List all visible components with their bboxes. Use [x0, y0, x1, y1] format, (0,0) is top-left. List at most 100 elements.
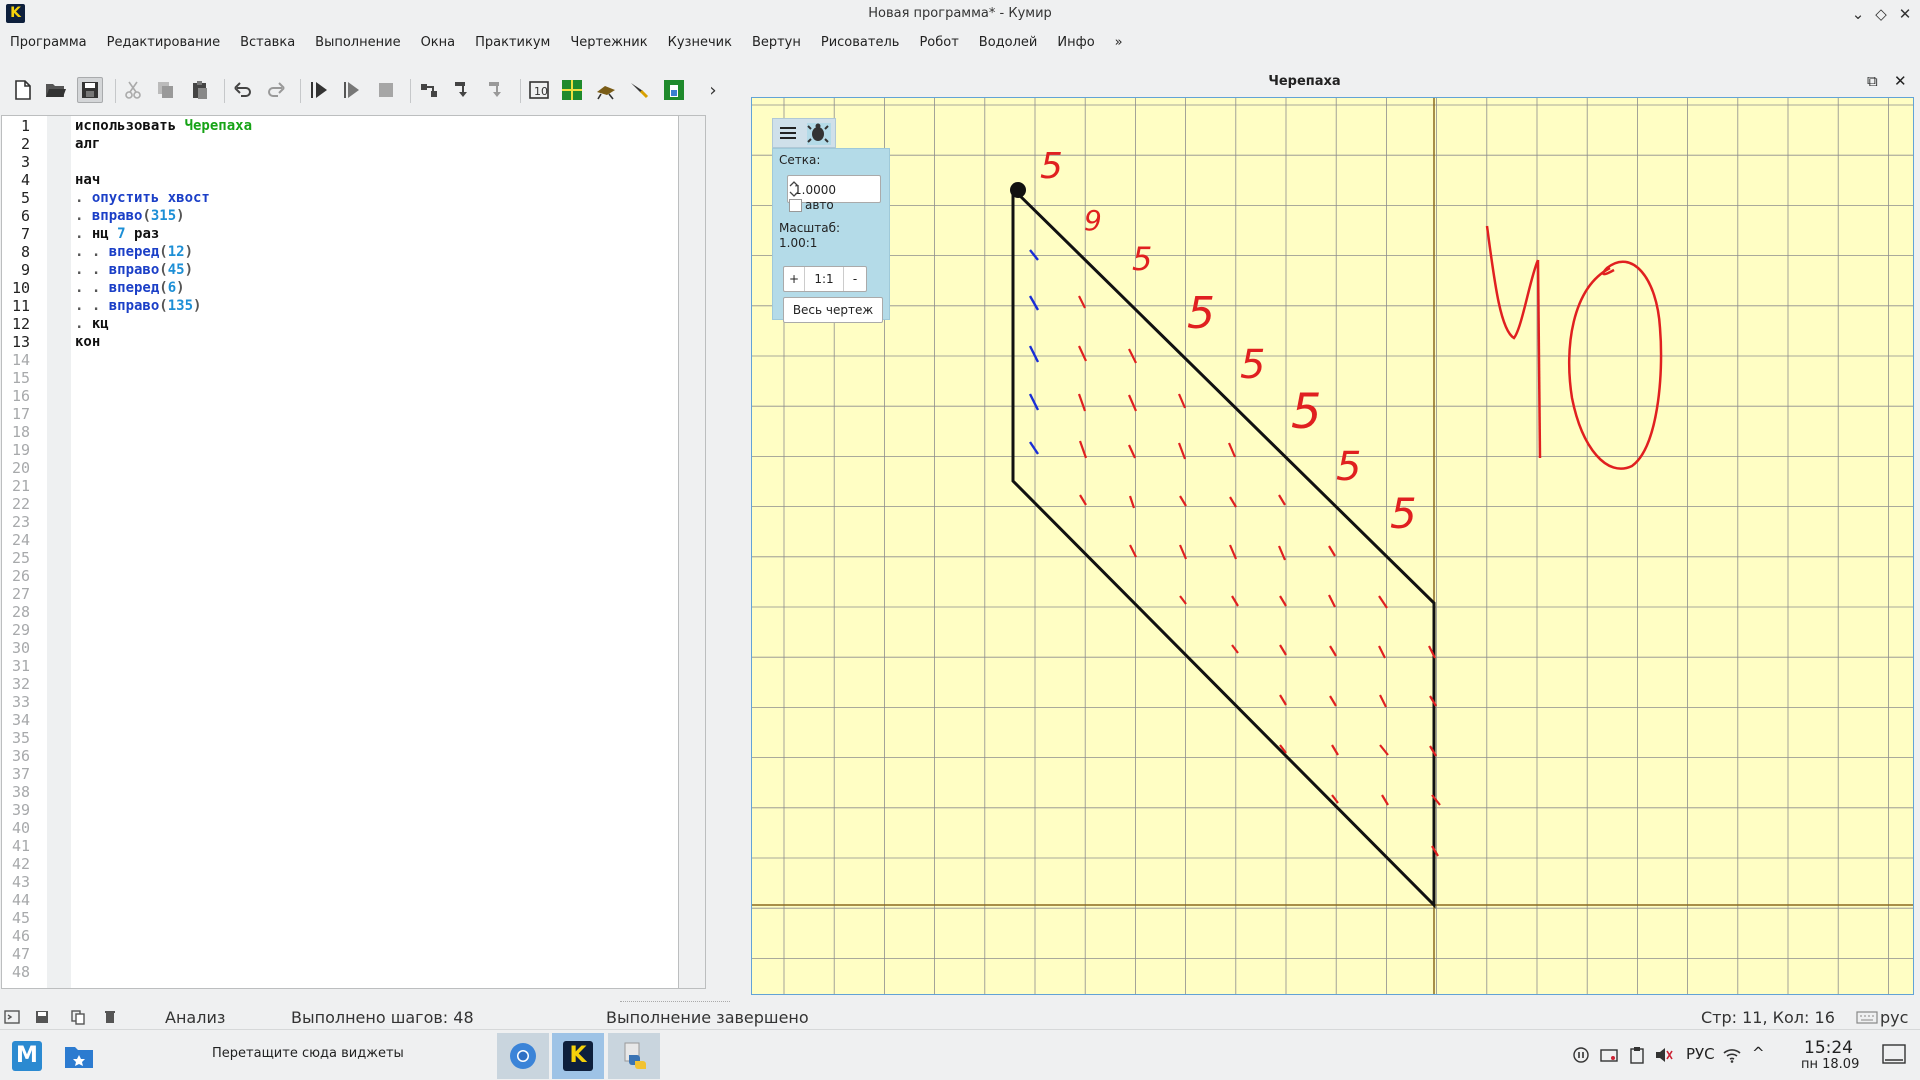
copy-button[interactable] [153, 77, 179, 103]
editor-vertical-scrollbar[interactable] [678, 116, 705, 988]
scale-value: 1.00:1 [779, 236, 818, 250]
cut-button[interactable] [120, 77, 146, 103]
code-line[interactable]: алг [75, 135, 100, 153]
run-fast-button[interactable] [339, 77, 365, 103]
turtle-tab[interactable] [807, 123, 831, 145]
grasshopper-window-button[interactable] [593, 77, 619, 103]
menu-item[interactable]: Водолей [969, 29, 1048, 56]
code-line[interactable]: . . вперед(6) [75, 279, 185, 297]
wifi-icon[interactable] [1723, 1047, 1741, 1063]
menu-bar: Программа Редактирование Вставка Выполнение… [0, 29, 1920, 56]
panel-splitter[interactable] [707, 115, 732, 989]
menu-item[interactable]: Инфо [1047, 29, 1104, 56]
code-line[interactable]: . вправо(315) [75, 207, 185, 225]
redo-button[interactable] [263, 77, 289, 103]
menu-item[interactable]: Практикум [465, 29, 560, 56]
editor-horizontal-scrollbar[interactable] [1, 989, 706, 1001]
zoom-reset-button[interactable]: 1:1 [804, 267, 844, 291]
code-token: . [75, 316, 92, 332]
menu-item[interactable]: Рисователь [811, 29, 910, 56]
code-line[interactable]: нач [75, 171, 100, 189]
robot-window-button[interactable] [559, 77, 585, 103]
minimize-button[interactable]: ⌄ [1847, 3, 1869, 25]
line-number: 37 [11, 765, 30, 783]
file-manager-button[interactable] [62, 1033, 96, 1079]
tray-expand-button[interactable]: ^ [1752, 1044, 1765, 1062]
menu-item[interactable]: Чертежник [560, 29, 657, 56]
code-line[interactable]: . опустить хвост [75, 189, 210, 207]
menu-item[interactable]: Вертун [742, 29, 811, 56]
zoom-out-button[interactable]: - [844, 267, 866, 291]
code-editor[interactable]: 1 2 3 4 5 6 7 8 9 10 11 12 13 14 15 16 17 18 19 20 21 22 23 24 2… [1, 115, 706, 989]
code-token: вправо [108, 262, 160, 278]
menu-tab[interactable] [779, 125, 797, 141]
media-pause-icon[interactable] [1573, 1047, 1589, 1063]
menu-item[interactable]: Кузнечик [658, 29, 742, 56]
kumir-task[interactable]: K [552, 1033, 604, 1079]
save-file-button[interactable] [77, 77, 103, 103]
code-token: . [75, 190, 92, 206]
volume-muted-icon[interactable] [1655, 1047, 1673, 1063]
code-line[interactable]: . кц [75, 315, 109, 333]
save-output-icon[interactable] [34, 1009, 50, 1025]
menu-item[interactable]: » [1105, 29, 1133, 56]
zoom-in-button[interactable]: + [784, 267, 804, 291]
menu-item[interactable]: Редактирование [97, 29, 230, 56]
line-number: 14 [11, 351, 30, 369]
line-number: 17 [11, 405, 30, 423]
variables-window-button[interactable]: 10 [526, 77, 552, 103]
chrome-task[interactable] [497, 1033, 549, 1079]
maximize-button[interactable]: ◇ [1870, 3, 1892, 25]
paste-button[interactable] [187, 77, 213, 103]
menu-item[interactable]: Окна [411, 29, 466, 56]
turtle-canvas[interactable]: 59555555 Сетка: 1.0000 авто Масштаб: 1.0… [751, 97, 1914, 995]
run-button[interactable] [306, 77, 332, 103]
code-token: 7 [117, 226, 126, 242]
show-desktop-icon[interactable] [1882, 1044, 1906, 1066]
code-line[interactable]: . . вправо(135) [75, 297, 201, 315]
undock-button[interactable]: ⧉ [1867, 72, 1878, 90]
open-file-button[interactable] [43, 77, 69, 103]
code-line[interactable]: кон [75, 333, 100, 351]
line-number: 20 [11, 459, 30, 477]
line-number: 42 [11, 855, 30, 873]
clock-date[interactable]: пн 18.09 [1801, 1057, 1859, 1072]
code-line[interactable]: . нц 7 раз [75, 225, 159, 243]
step-out-button[interactable] [483, 77, 509, 103]
step-into-button[interactable] [449, 77, 475, 103]
menu-item[interactable]: Робот [909, 29, 968, 56]
new-file-button[interactable] [10, 77, 36, 103]
code-line[interactable]: . . вперед(12) [75, 243, 193, 261]
keyboard-layout[interactable]: РУС [1686, 1045, 1715, 1063]
toolbar-overflow-button[interactable]: › [700, 77, 726, 103]
menu-item[interactable]: Вставка [230, 29, 305, 56]
auto-checkbox[interactable] [789, 199, 802, 212]
whole-drawing-button[interactable]: Весь чертеж [783, 297, 883, 323]
copy-output-icon[interactable] [70, 1009, 86, 1025]
undo-button[interactable] [230, 77, 256, 103]
water-jug-icon [664, 80, 684, 100]
step-over-button[interactable] [416, 77, 442, 103]
spin-arrows-icon[interactable] [788, 178, 800, 200]
menu-item[interactable]: Выполнение [305, 29, 410, 56]
disk-icon[interactable] [1600, 1047, 1618, 1063]
line-number: 11 [11, 297, 30, 315]
drawer-window-button[interactable] [627, 77, 653, 103]
menu-item[interactable]: Программа [0, 29, 97, 56]
clock-time[interactable]: 15:24 [1804, 1038, 1853, 1058]
close-turtle-button[interactable]: ✕ [1894, 72, 1907, 90]
auto-label: авто [805, 198, 834, 212]
close-window-button[interactable]: ✕ [1894, 3, 1916, 25]
stop-button[interactable] [373, 77, 399, 103]
save-icon [82, 82, 98, 98]
code-line[interactable]: использовать Черепаха [75, 117, 252, 135]
clear-output-icon[interactable] [102, 1009, 118, 1025]
clipboard-icon[interactable] [1630, 1046, 1644, 1064]
code-line[interactable]: . . вправо(45) [75, 261, 193, 279]
vodoley-window-button[interactable] [661, 77, 687, 103]
console-icon[interactable] [4, 1009, 20, 1025]
start-menu-button[interactable]: M [10, 1033, 44, 1079]
python-task[interactable] [608, 1033, 660, 1079]
analysis-status: Анализ [165, 1008, 226, 1027]
splitter-grip[interactable] [620, 1001, 730, 1004]
